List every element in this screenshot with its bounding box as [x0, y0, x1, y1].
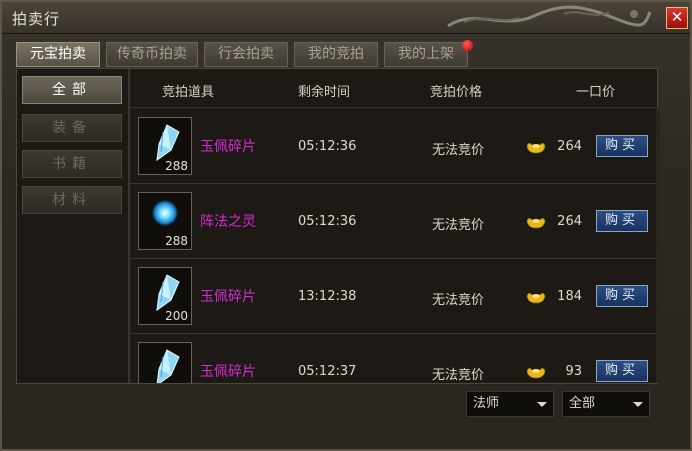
buyout-price: 264 — [557, 139, 582, 154]
type-filter-select[interactable]: 全部 — [562, 391, 650, 417]
chevron-down-icon — [537, 402, 547, 407]
item-name: 玉佩碎片 — [200, 364, 256, 380]
table-row[interactable]: 200 玉佩碎片 13:12:38 无法竞价 184 购买 — [130, 259, 656, 334]
table-row[interactable]: 288 玉佩碎片 05:12:36 无法竞价 264 购买 — [130, 109, 656, 184]
bid-price: 无法竞价 — [432, 143, 485, 158]
class-filter-select[interactable]: 法师 — [466, 391, 554, 417]
item-name: 玉佩碎片 — [200, 289, 256, 305]
tab-yuanbao-auction[interactable]: 元宝拍卖 — [16, 42, 100, 67]
gold-ingot-icon — [526, 367, 546, 379]
remaining-time: 05:12:37 — [298, 364, 357, 379]
notification-dot-icon — [462, 40, 473, 51]
sidebar-item-equipment[interactable]: 装备 — [22, 114, 122, 142]
item-slot[interactable]: 288 — [138, 117, 192, 175]
column-header-bid: 竞拍价格 — [430, 85, 483, 100]
remaining-time: 13:12:38 — [298, 289, 357, 304]
tab-guild-auction[interactable]: 行会拍卖 — [204, 42, 288, 67]
gold-ingot-icon — [526, 217, 546, 229]
filter-bar: 法师 全部 — [16, 384, 658, 430]
close-button[interactable]: ✕ — [666, 7, 688, 29]
item-slot[interactable]: 200 — [138, 267, 192, 325]
auction-window: 拍卖行 ✕ 元宝拍卖 传奇币拍卖 行会拍卖 我的竞拍 我的上架 全部 装备 书籍… — [0, 0, 692, 451]
blue-orb-icon — [151, 199, 179, 227]
buy-button[interactable]: 购买 — [596, 135, 648, 157]
sidebar-item-materials[interactable]: 材料 — [22, 186, 122, 214]
item-quantity: 200 — [165, 309, 188, 323]
title-bar[interactable]: 拍卖行 ✕ — [2, 2, 690, 34]
window-title: 拍卖行 — [12, 10, 61, 28]
column-header-item: 竞拍道具 — [162, 85, 215, 100]
buyout-price: 264 — [557, 214, 582, 229]
crystal-shard-icon — [156, 349, 180, 383]
list-scrollbar[interactable] — [656, 109, 660, 383]
gold-ingot-icon — [526, 292, 546, 304]
buy-button[interactable]: 购买 — [596, 210, 648, 232]
table-row[interactable]: 100 玉佩碎片 05:12:37 无法竞价 93 购买 — [130, 334, 656, 383]
crystal-shard-icon — [156, 274, 180, 312]
item-quantity: 288 — [165, 159, 188, 173]
bid-price: 无法竞价 — [432, 218, 485, 233]
column-header-time: 剩余时间 — [298, 85, 351, 100]
dragon-ornament-icon — [447, 5, 652, 28]
buyout-price: 184 — [557, 289, 582, 304]
item-quantity: 288 — [165, 234, 188, 248]
item-name: 玉佩碎片 — [200, 139, 256, 155]
tab-my-bids[interactable]: 我的竞拍 — [294, 42, 378, 67]
auction-list[interactable]: 288 玉佩碎片 05:12:36 无法竞价 264 购买 288 阵法之灵 0… — [130, 109, 656, 383]
bid-price: 无法竞价 — [432, 293, 485, 308]
remaining-time: 05:12:36 — [298, 139, 357, 154]
tab-legend-coin-auction[interactable]: 传奇币拍卖 — [106, 42, 198, 67]
crystal-shard-icon — [156, 124, 180, 162]
chevron-down-icon — [633, 402, 643, 407]
item-name: 阵法之灵 — [200, 214, 256, 230]
buyout-price: 93 — [565, 364, 582, 379]
item-slot[interactable]: 100 — [138, 342, 192, 383]
remaining-time: 05:12:36 — [298, 214, 357, 229]
sidebar-item-all[interactable]: 全部 — [22, 76, 122, 104]
column-header-buyout: 一口价 — [576, 85, 616, 100]
buy-button[interactable]: 购买 — [596, 360, 648, 382]
sidebar-item-books[interactable]: 书籍 — [22, 150, 122, 178]
bid-price: 无法竞价 — [432, 368, 485, 383]
table-header: 竞拍道具 剩余时间 竞拍价格 一口价 — [130, 70, 656, 108]
table-row[interactable]: 288 阵法之灵 05:12:36 无法竞价 264 购买 — [130, 184, 656, 259]
tab-my-listings[interactable]: 我的上架 — [384, 40, 473, 67]
item-slot[interactable]: 288 — [138, 192, 192, 250]
gold-ingot-icon — [526, 142, 546, 154]
buy-button[interactable]: 购买 — [596, 285, 648, 307]
